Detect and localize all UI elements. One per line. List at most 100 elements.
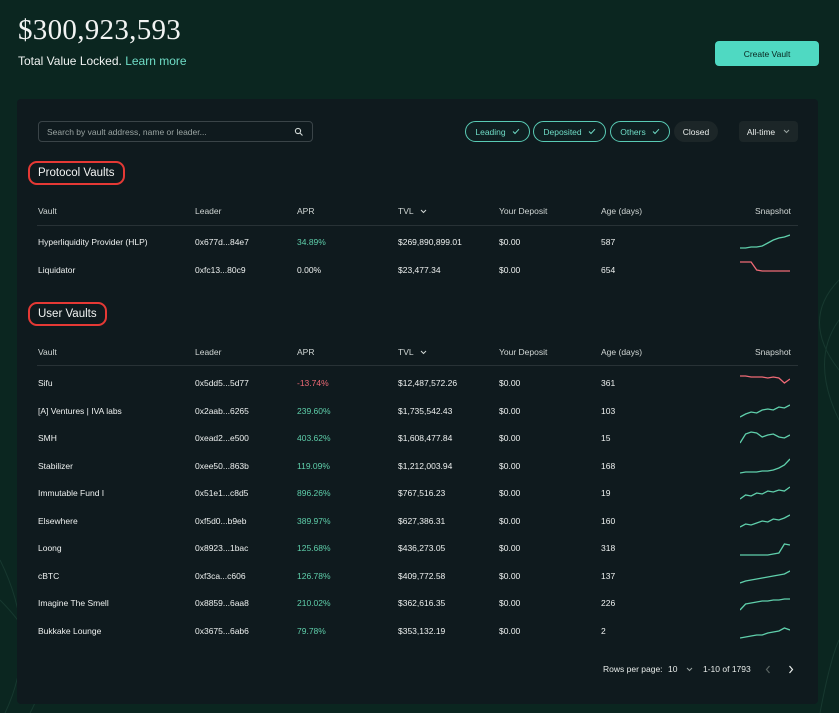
vault-name: Imagine The Smell: [38, 598, 109, 608]
tvl-caption: Total Value Locked. Learn more: [18, 54, 187, 68]
sparkline-path: [740, 569, 790, 584]
vault-name: Immutable Fund I: [38, 488, 105, 498]
chevron-down-icon: [686, 667, 693, 672]
snapshot-sparkline: [740, 234, 790, 249]
age-value: 19: [601, 488, 611, 498]
snapshot-sparkline: [740, 543, 790, 556]
deposit-value: $0.00: [499, 515, 521, 526]
prev-page-icon[interactable]: [765, 665, 771, 674]
leader-address[interactable]: 0x8859...6aa8: [195, 598, 249, 608]
col-deposit[interactable]: Your Deposit: [499, 206, 547, 216]
filter-others-chip[interactable]: Others: [610, 121, 670, 142]
vault-name: Stabilizer: [38, 460, 73, 471]
rows-per-page-value: 10: [668, 664, 678, 674]
snapshot-sparkline: [740, 458, 790, 474]
col-deposit[interactable]: Your Deposit: [499, 347, 547, 357]
search-input[interactable]: [47, 126, 294, 137]
col-tvl[interactable]: TVL: [398, 347, 427, 357]
check-icon: [588, 128, 596, 135]
tvl-value: $1,735,542.43: [398, 405, 453, 416]
sparkline-path: [740, 598, 790, 611]
age-value: 15: [601, 433, 611, 443]
create-vault-button[interactable]: Create Vault: [715, 41, 819, 66]
sparkline-path: [740, 486, 790, 500]
leader-address[interactable]: 0x51e1...c8d5: [195, 488, 248, 498]
filter-deposited-chip[interactable]: Deposited: [533, 121, 606, 142]
col-age[interactable]: Age (days): [601, 347, 642, 357]
leader-address[interactable]: 0x677d...84e7: [195, 237, 249, 247]
filter-leading-label: Leading: [475, 126, 506, 137]
tvl-value: $353,132.19: [398, 625, 446, 636]
sort-chevron-icon: [420, 350, 427, 355]
sparkline-path: [740, 261, 790, 272]
col-leader: Leader: [195, 206, 222, 216]
deposit-value: $0.00: [499, 570, 521, 581]
check-icon: [512, 128, 519, 135]
sparkline-path: [740, 458, 790, 474]
tvl-value: $1,608,477.84: [398, 433, 453, 443]
snapshot-sparkline: [740, 403, 790, 418]
leader-address[interactable]: 0xfc13...80c9: [195, 265, 246, 275]
timeframe-select[interactable]: All-time: [739, 121, 798, 142]
age-value: 103: [601, 405, 616, 416]
apr-value: 126.78%: [297, 570, 331, 581]
header-divider: [37, 225, 798, 226]
filter-leading-chip[interactable]: Leading: [465, 121, 530, 142]
apr-value: 79.78%: [297, 625, 326, 636]
timeframe-value: All-time: [746, 126, 776, 137]
apr-value: 210.02%: [297, 598, 331, 608]
col-apr[interactable]: APR: [297, 206, 314, 216]
col-apr[interactable]: APR: [297, 347, 314, 357]
vault-name: Hyperliquidity Provider (HLP): [38, 237, 148, 247]
leader-address[interactable]: 0xead2...e500: [195, 433, 249, 443]
leader-address[interactable]: 0xf3ca...c606: [195, 571, 246, 581]
col-leader: Leader: [195, 347, 222, 357]
leader-address[interactable]: 0x2aab...6265: [195, 406, 249, 416]
search-box[interactable]: [38, 121, 313, 142]
hero: $300,923,593 Total Value Locked. Learn m…: [18, 14, 187, 68]
filter-closed-chip[interactable]: Closed: [674, 121, 718, 142]
vault-name: cBTC: [38, 570, 60, 581]
deposit-value: $0.00: [499, 405, 521, 416]
tvl-value: $362,616.35: [398, 598, 446, 608]
user-vaults-title: User Vaults: [28, 302, 107, 326]
next-page-icon[interactable]: [788, 665, 794, 674]
sparkline-path: [740, 543, 790, 556]
check-icon: [652, 128, 660, 135]
sparkline-path: [740, 626, 790, 639]
tvl-value: $12,487,572.26: [398, 378, 458, 388]
snapshot-sparkline: [740, 569, 790, 584]
filter-others-label: Others: [620, 126, 646, 137]
filter-deposited-label: Deposited: [543, 126, 582, 137]
rows-per-page-select[interactable]: 10: [668, 664, 693, 674]
col-snapshot: Snapshot: [755, 206, 791, 216]
tvl-label: Total Value Locked.: [18, 54, 122, 68]
leader-address[interactable]: 0x5dd5...5d77: [195, 378, 249, 388]
col-vault: Vault: [38, 347, 57, 357]
leader-address[interactable]: 0xee50...863b: [195, 461, 249, 471]
vaults-panel: Leading Deposited Others Closed All-time…: [17, 99, 818, 704]
leader-address[interactable]: 0x8923...1bac: [195, 543, 248, 553]
learn-more-link[interactable]: Learn more: [125, 54, 186, 68]
tvl-value: $436,273.05: [398, 543, 446, 553]
leader-address[interactable]: 0x3675...6ab6: [195, 626, 249, 636]
sparkline-path: [740, 431, 790, 444]
age-value: 168: [601, 460, 616, 471]
apr-value: 403.62%: [297, 433, 331, 443]
snapshot-sparkline: [740, 261, 790, 272]
col-age[interactable]: Age (days): [601, 206, 642, 216]
leader-address[interactable]: 0xf5d0...b9eb: [195, 516, 247, 526]
age-value: 137: [601, 570, 616, 581]
vault-name: Elsewhere: [38, 515, 78, 526]
snapshot-sparkline: [740, 626, 790, 639]
deposit-value: $0.00: [499, 543, 521, 553]
apr-value: 34.89%: [297, 237, 326, 247]
apr-value: 0.00%: [297, 265, 322, 275]
protocol-vaults-title: Protocol Vaults: [28, 161, 125, 185]
age-value: 318: [601, 543, 616, 553]
tvl-value: $1,212,003.94: [398, 460, 453, 471]
sparkline-path: [740, 513, 790, 528]
age-value: 226: [601, 598, 616, 608]
col-tvl[interactable]: TVL: [398, 206, 427, 216]
apr-value: 125.68%: [297, 543, 331, 553]
